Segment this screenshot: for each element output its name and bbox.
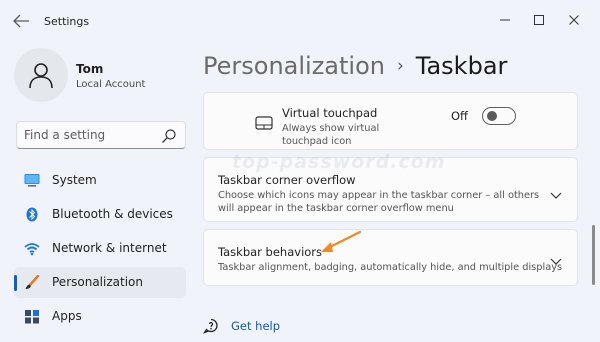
window-title: Settings bbox=[44, 15, 90, 28]
breadcrumb-separator: › bbox=[396, 56, 404, 76]
user-profile[interactable]: Tom Local Account bbox=[14, 48, 194, 104]
setting-title: Taskbar behaviors bbox=[218, 245, 323, 259]
setting-title: Taskbar corner overflow bbox=[218, 173, 356, 187]
setting-description: Taskbar alignment, badging, automaticall… bbox=[218, 262, 563, 273]
watermark: top-password.com bbox=[232, 151, 446, 173]
setting-description: Always show virtual touchpad icon bbox=[282, 123, 380, 147]
apps-icon bbox=[24, 309, 40, 324]
setting-description: Choose which icons may appear in the tas… bbox=[218, 190, 540, 214]
help-icon bbox=[202, 318, 221, 334]
sidebar-item-system[interactable]: System bbox=[14, 165, 186, 196]
sidebar-item-apps[interactable]: Apps bbox=[14, 301, 186, 332]
scrollbar[interactable] bbox=[592, 225, 595, 285]
page-title: Taskbar bbox=[415, 52, 508, 80]
sidebar-item-label: Personalization bbox=[52, 275, 143, 289]
sidebar-item-personalization[interactable]: Personalization bbox=[14, 267, 186, 298]
get-help-link[interactable]: Get help bbox=[202, 316, 280, 336]
avatar bbox=[14, 48, 68, 102]
virtual-touchpad-setting: Virtual touchpad Always show virtual tou… bbox=[203, 92, 578, 150]
sidebar-item-label: Bluetooth & devices bbox=[52, 207, 173, 221]
setting-title: Virtual touchpad bbox=[282, 106, 378, 120]
breadcrumb: Personalization › Taskbar bbox=[203, 49, 507, 83]
annotation-arrow-icon bbox=[316, 228, 364, 256]
brush-icon bbox=[24, 274, 40, 290]
maximize-icon[interactable] bbox=[522, 8, 556, 32]
chevron-down-icon[interactable] bbox=[549, 252, 563, 265]
virtual-touchpad-toggle[interactable] bbox=[482, 107, 516, 125]
minimize-icon[interactable] bbox=[488, 8, 522, 32]
user-avatar-icon bbox=[29, 63, 53, 89]
toggle-state-label: Off bbox=[451, 109, 468, 123]
selection-indicator bbox=[14, 275, 17, 291]
sidebar-item-label: System bbox=[52, 173, 97, 187]
taskbar-behaviors-setting[interactable]: Taskbar behaviors Taskbar alignment, bad… bbox=[203, 229, 578, 286]
bluetooth-icon bbox=[24, 207, 40, 222]
breadcrumb-parent[interactable]: Personalization bbox=[203, 52, 385, 80]
toggle-knob bbox=[487, 111, 497, 121]
search-icon[interactable] bbox=[161, 128, 177, 144]
sidebar-item-label: Apps bbox=[52, 309, 82, 323]
get-help-label[interactable]: Get help bbox=[231, 319, 280, 333]
user-name: Tom bbox=[76, 62, 104, 76]
chevron-down-icon[interactable] bbox=[549, 186, 563, 199]
title-bar: Settings bbox=[0, 0, 600, 42]
back-arrow-icon[interactable] bbox=[10, 11, 32, 31]
close-icon[interactable] bbox=[557, 8, 591, 32]
sidebar-item-bluetooth[interactable]: Bluetooth & devices bbox=[14, 199, 186, 230]
touchpad-icon bbox=[255, 115, 273, 130]
system-icon bbox=[24, 173, 40, 188]
search-input[interactable] bbox=[24, 127, 159, 143]
wifi-icon bbox=[24, 241, 40, 256]
search-box[interactable] bbox=[16, 121, 186, 149]
sidebar-item-label: Network & internet bbox=[52, 241, 167, 255]
account-type: Local Account bbox=[76, 79, 146, 90]
sidebar-item-network[interactable]: Network & internet bbox=[14, 233, 186, 264]
